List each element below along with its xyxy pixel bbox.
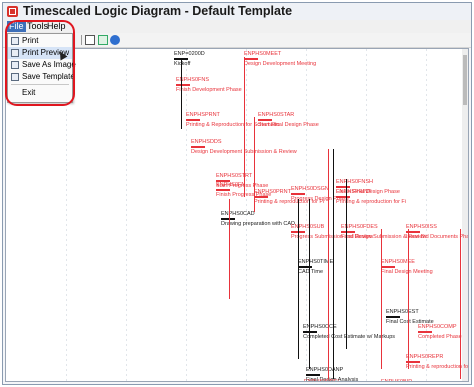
activity-id: ENPHS0DANP: [306, 367, 344, 373]
activity-id: ENP=0200D: [174, 51, 205, 57]
activity-id: ENPHSPRINT: [336, 189, 372, 195]
activity-id: ENPHSDDS: [191, 139, 222, 145]
activity-id: ENPHS0BID: [381, 379, 413, 382]
activity-id: ENPHS0CAD: [221, 211, 255, 217]
activity-id: ENPHS0SUB: [291, 224, 325, 230]
app-window: Timescaled Logic Diagram - Default Templ…: [2, 2, 472, 385]
activity-bar[interactable]: [303, 331, 317, 333]
menu-item-print[interactable]: Print: [8, 35, 72, 47]
activity-id: ENPHS0ISS: [406, 224, 437, 230]
print-preview-icon: [11, 49, 19, 57]
activity-name: Design Development Meeting: [244, 61, 317, 67]
activity-name: Final Design Meeting: [381, 269, 433, 275]
menu-item-save-as-image-label: Save As Image: [22, 60, 76, 69]
activity-id: ENPHS0STAR: [258, 112, 295, 118]
activity-id: ENPHS0REPR: [406, 354, 444, 360]
menu-item-print-label: Print: [22, 36, 39, 45]
app-logo-icon: [7, 6, 18, 17]
activity-bar[interactable]: [381, 266, 395, 268]
dependency-line: [346, 179, 347, 349]
grid-line: [366, 49, 367, 381]
vertical-scrollbar[interactable]: [462, 49, 468, 381]
menu-item-save-template[interactable]: Save Template: [8, 71, 75, 83]
scrollbar-thumb[interactable]: [463, 55, 467, 105]
menu-file[interactable]: File: [7, 21, 26, 32]
printer-icon: [11, 37, 19, 45]
activity-name: Completed Phase: [418, 334, 462, 340]
save-template-icon: [11, 73, 19, 81]
timescaled-diagram-canvas[interactable]: ENP=0200D Kickoff ENPHS0MEET Design Develop…: [5, 48, 469, 382]
dependency-line: [408, 229, 409, 369]
dependency-line: [298, 199, 299, 359]
activity-name: Drawing preparation with CAD: [221, 221, 295, 227]
menu-item-exit-label: Exit: [22, 88, 36, 97]
dependency-line: [254, 117, 255, 212]
dependency-line: [328, 149, 329, 379]
menu-item-save-as-image[interactable]: Save As Image: [8, 59, 76, 71]
activity-bar[interactable]: [244, 58, 258, 60]
activity-id: ENPHS0EST: [386, 309, 419, 315]
activity-name: CAD Time: [298, 269, 324, 275]
toolbar: [3, 33, 471, 48]
activity-bar[interactable]: [216, 189, 230, 191]
activity-id: ENPHS0PRNT: [254, 189, 291, 195]
dependency-line: [381, 229, 382, 369]
activity-bar[interactable]: [418, 331, 432, 333]
activity-id: ENPHS0MEE: [381, 259, 415, 265]
activity-id: ENPHS0COMP: [418, 324, 457, 330]
activity-bar[interactable]: [336, 196, 350, 198]
activity-name: Start Progress Phase: [216, 183, 269, 189]
activity-id: ENPHS0FNSH: [336, 179, 373, 185]
menu-item-exit[interactable]: Exit: [8, 87, 72, 99]
activity-id: ENPHS0STRT: [216, 173, 253, 179]
window-title: Timescaled Logic Diagram - Default Templ…: [23, 4, 293, 18]
activity-bar[interactable]: [176, 84, 190, 86]
dependency-line: [181, 59, 182, 129]
activity-id: ENPHS0MEET: [244, 51, 282, 57]
dependency-line: [460, 229, 461, 379]
menu-divider: [11, 84, 69, 85]
menu-help[interactable]: Help: [45, 21, 68, 32]
dependency-line: [229, 199, 230, 299]
toolbar-separator: [81, 35, 82, 45]
activity-bar[interactable]: [386, 316, 400, 318]
dependency-line: [309, 199, 310, 369]
activity-name: Start Final Design Phase: [258, 122, 319, 128]
activity-bar[interactable]: [186, 119, 200, 121]
activity-bar[interactable]: [291, 193, 305, 195]
dependency-line: [244, 57, 245, 197]
activity-name: Kickoff: [174, 61, 191, 67]
activity-name: Finish Development Phase: [176, 87, 242, 93]
menu-bar: File Tools Help: [3, 20, 471, 34]
activity-bar[interactable]: [254, 196, 268, 198]
help-icon[interactable]: [110, 35, 120, 45]
title-bar: Timescaled Logic Diagram - Default Templ…: [3, 3, 471, 21]
dependency-line: [333, 149, 334, 379]
menu-item-save-template-label: Save Template: [22, 72, 75, 81]
export-icon[interactable]: [98, 35, 108, 45]
activity-bar[interactable]: [341, 231, 355, 233]
grid-line: [186, 49, 187, 381]
activity-id: ENPHS0DSGN: [291, 186, 329, 192]
activity-bar[interactable]: [306, 374, 320, 376]
file-menu-dropdown: Print Print Preview Save As Image Save T…: [7, 33, 76, 103]
page-setup-icon[interactable]: [85, 35, 95, 45]
grid-line: [126, 49, 127, 381]
activity-id: ENPHSPRNT: [186, 112, 220, 118]
activity-bar[interactable]: [336, 186, 350, 188]
activity-bar[interactable]: [191, 146, 205, 148]
save-image-icon: [11, 61, 19, 69]
activity-id: ENPHS0PREL: [304, 379, 341, 382]
activity-bar[interactable]: [216, 180, 230, 182]
activity-bar[interactable]: [258, 119, 272, 121]
activity-bar[interactable]: [221, 218, 235, 220]
